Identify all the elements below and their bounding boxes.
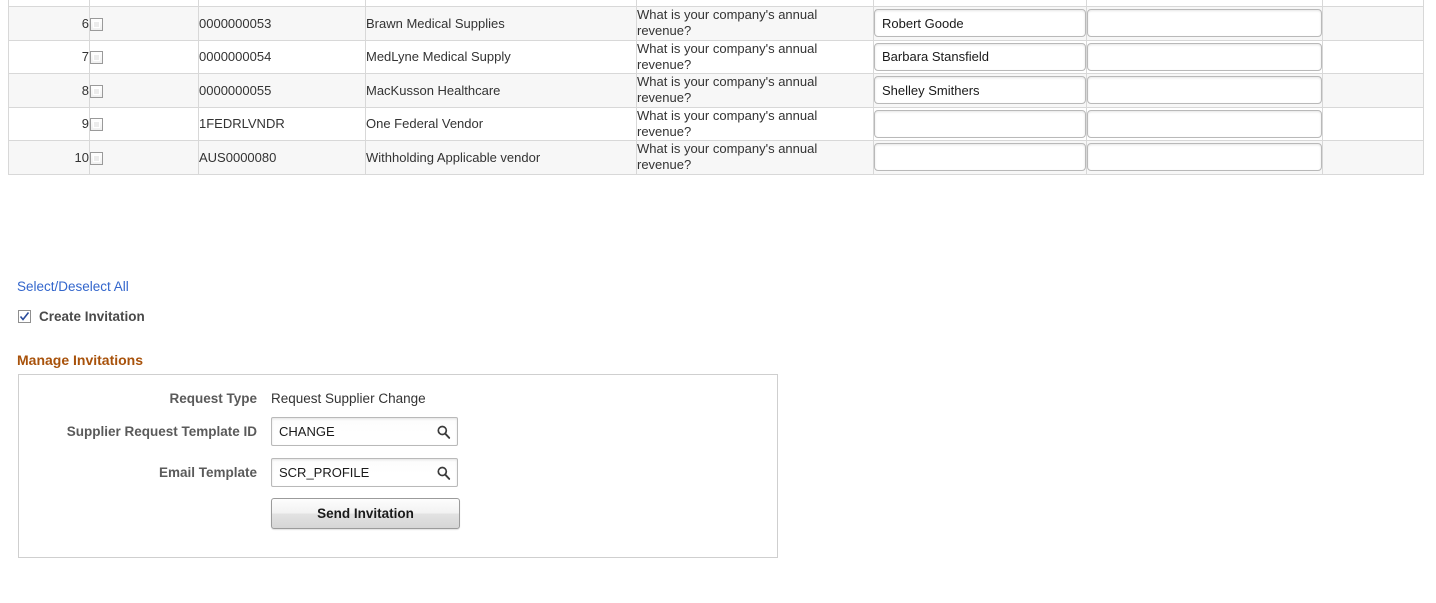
template-id-field[interactable] xyxy=(271,417,458,446)
table-row: 7 0000000054 MedLyne Medical Supply What… xyxy=(8,39,1424,74)
contact-name-cell[interactable] xyxy=(873,106,1087,141)
row-number: 7 xyxy=(8,39,90,74)
row-number: 6 xyxy=(8,6,90,41)
supplier-table: 6 0000000053 Brawn Medical Supplies What… xyxy=(8,0,1424,175)
contact-name-cell[interactable] xyxy=(873,140,1087,175)
contact-name-input[interactable] xyxy=(874,76,1086,105)
request-type-label: Request Type xyxy=(169,391,257,406)
magnifier-glyph xyxy=(437,466,451,480)
supplier-id: 0000000055 xyxy=(198,73,366,108)
contact-name-input[interactable] xyxy=(874,109,1086,138)
extra-field-cell[interactable] xyxy=(1086,6,1323,41)
select-deselect-all-link[interactable]: Select/Deselect All xyxy=(17,279,129,294)
contact-name-input[interactable] xyxy=(874,9,1086,38)
contact-name-cell[interactable] xyxy=(873,39,1087,74)
row-tail-cell xyxy=(1322,6,1424,41)
row-tail-cell xyxy=(1322,106,1424,141)
row-tail-cell xyxy=(1322,39,1424,74)
supplier-name: One Federal Vendor xyxy=(365,106,637,141)
supplier-table-body: 6 0000000053 Brawn Medical Supplies What… xyxy=(8,0,1424,175)
send-invitation-row: Send Invitation xyxy=(271,498,460,529)
row-select-checkbox[interactable] xyxy=(90,118,103,132)
extra-field-cell[interactable] xyxy=(1086,106,1323,141)
extra-field-cell[interactable] xyxy=(1086,73,1323,108)
row-number: 8 xyxy=(8,73,90,108)
row-number: 9 xyxy=(8,106,90,141)
request-type-value: Request Supplier Change xyxy=(271,391,426,406)
row-select-cell[interactable] xyxy=(89,73,199,108)
row-select-checkbox[interactable] xyxy=(90,84,103,98)
template-id-label: Supplier Request Template ID xyxy=(66,424,257,439)
row-select-cell[interactable] xyxy=(89,6,199,41)
supplier-name: Withholding Applicable vendor xyxy=(365,140,637,175)
supplier-id: AUS0000080 xyxy=(198,140,366,175)
row-select-cell[interactable] xyxy=(89,106,199,141)
contact-name-cell[interactable] xyxy=(873,73,1087,108)
question-text: What is your company's annual revenue? xyxy=(636,73,874,108)
email-template-row: Email Template xyxy=(19,458,458,487)
email-template-input[interactable] xyxy=(271,458,458,487)
template-id-row: Supplier Request Template ID xyxy=(19,417,458,446)
table-row: 10 AUS0000080 Withholding Applicable ven… xyxy=(8,140,1424,175)
extra-field-input[interactable] xyxy=(1087,9,1322,38)
extra-field-input[interactable] xyxy=(1087,76,1322,105)
create-invitation-row: Create Invitation xyxy=(18,309,145,324)
row-number: 10 xyxy=(8,140,90,175)
manage-invitations-groupbox: Request Type Request Supplier Change Sup… xyxy=(18,374,778,558)
search-icon[interactable] xyxy=(435,464,452,481)
extra-field-input[interactable] xyxy=(1087,42,1322,71)
question-text: What is your company's annual revenue? xyxy=(636,6,874,41)
extra-field-input[interactable] xyxy=(1087,143,1322,172)
supplier-name: Brawn Medical Supplies xyxy=(365,6,637,41)
template-id-input[interactable] xyxy=(271,417,458,446)
contact-name-cell[interactable] xyxy=(873,6,1087,41)
create-invitation-checkbox[interactable] xyxy=(18,310,31,323)
magnifier-glyph xyxy=(437,425,451,439)
extra-field-cell[interactable] xyxy=(1086,140,1323,175)
row-select-cell[interactable] xyxy=(89,140,199,175)
email-template-field[interactable] xyxy=(271,458,458,487)
row-select-cell[interactable] xyxy=(89,39,199,74)
question-text: What is your company's annual revenue? xyxy=(636,106,874,141)
create-invitation-label: Create Invitation xyxy=(39,309,145,324)
table-row: 9 1FEDRLVNDR One Federal Vendor What is … xyxy=(8,106,1424,141)
row-tail-cell xyxy=(1322,140,1424,175)
table-row: 8 0000000055 MacKusson Healthcare What i… xyxy=(8,73,1424,108)
supplier-id: 1FEDRLVNDR xyxy=(198,106,366,141)
supplier-invitation-grid: 6 0000000053 Brawn Medical Supplies What… xyxy=(8,0,1424,175)
page-root: 6 0000000053 Brawn Medical Supplies What… xyxy=(0,0,1436,603)
request-type-row: Request Type Request Supplier Change xyxy=(19,391,426,406)
supplier-id: 0000000054 xyxy=(198,39,366,74)
extra-field-cell[interactable] xyxy=(1086,39,1323,74)
question-text: What is your company's annual revenue? xyxy=(636,39,874,74)
row-tail-cell xyxy=(1322,73,1424,108)
row-select-checkbox[interactable] xyxy=(90,17,103,31)
check-icon xyxy=(19,312,30,321)
manage-invitations-heading: Manage Invitations xyxy=(17,352,144,368)
supplier-name: MedLyne Medical Supply xyxy=(365,39,637,74)
extra-field-input[interactable] xyxy=(1087,109,1322,138)
table-row: 6 0000000053 Brawn Medical Supplies What… xyxy=(8,6,1424,41)
row-select-checkbox[interactable] xyxy=(90,151,103,165)
supplier-id: 0000000053 xyxy=(198,6,366,41)
row-select-checkbox[interactable] xyxy=(90,51,103,65)
supplier-name: MacKusson Healthcare xyxy=(365,73,637,108)
contact-name-input[interactable] xyxy=(874,42,1086,71)
email-template-label: Email Template xyxy=(158,465,257,480)
search-icon[interactable] xyxy=(435,423,452,440)
question-text: What is your company's annual revenue? xyxy=(636,140,874,175)
contact-name-input[interactable] xyxy=(874,143,1086,172)
send-invitation-button[interactable]: Send Invitation xyxy=(271,498,460,529)
